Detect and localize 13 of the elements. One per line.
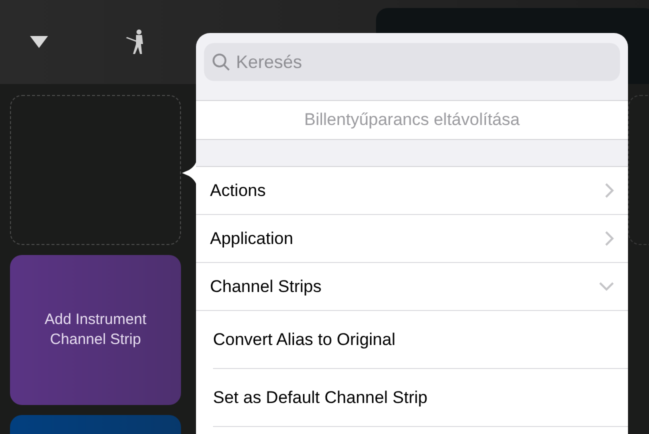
empty-slot[interactable] <box>10 95 181 245</box>
menu-item[interactable]: Application <box>196 215 628 263</box>
chevron-right-icon <box>605 231 614 246</box>
chevron-down-icon <box>599 282 614 291</box>
dropdown-triangle-icon[interactable] <box>30 36 48 48</box>
menu-item[interactable]: Convert Alias to Original <box>213 311 628 369</box>
search-field[interactable]: Keresés <box>204 43 620 81</box>
menu-item[interactable]: Actions <box>196 167 628 215</box>
chevron-right-icon <box>605 183 614 198</box>
action-tile[interactable]: Add Instrument Channel Strip <box>10 255 181 405</box>
menu-item[interactable]: Channel Strips <box>196 263 628 311</box>
search-icon <box>212 53 230 71</box>
menu-item[interactable]: Set as Default Channel Strip <box>213 369 628 427</box>
